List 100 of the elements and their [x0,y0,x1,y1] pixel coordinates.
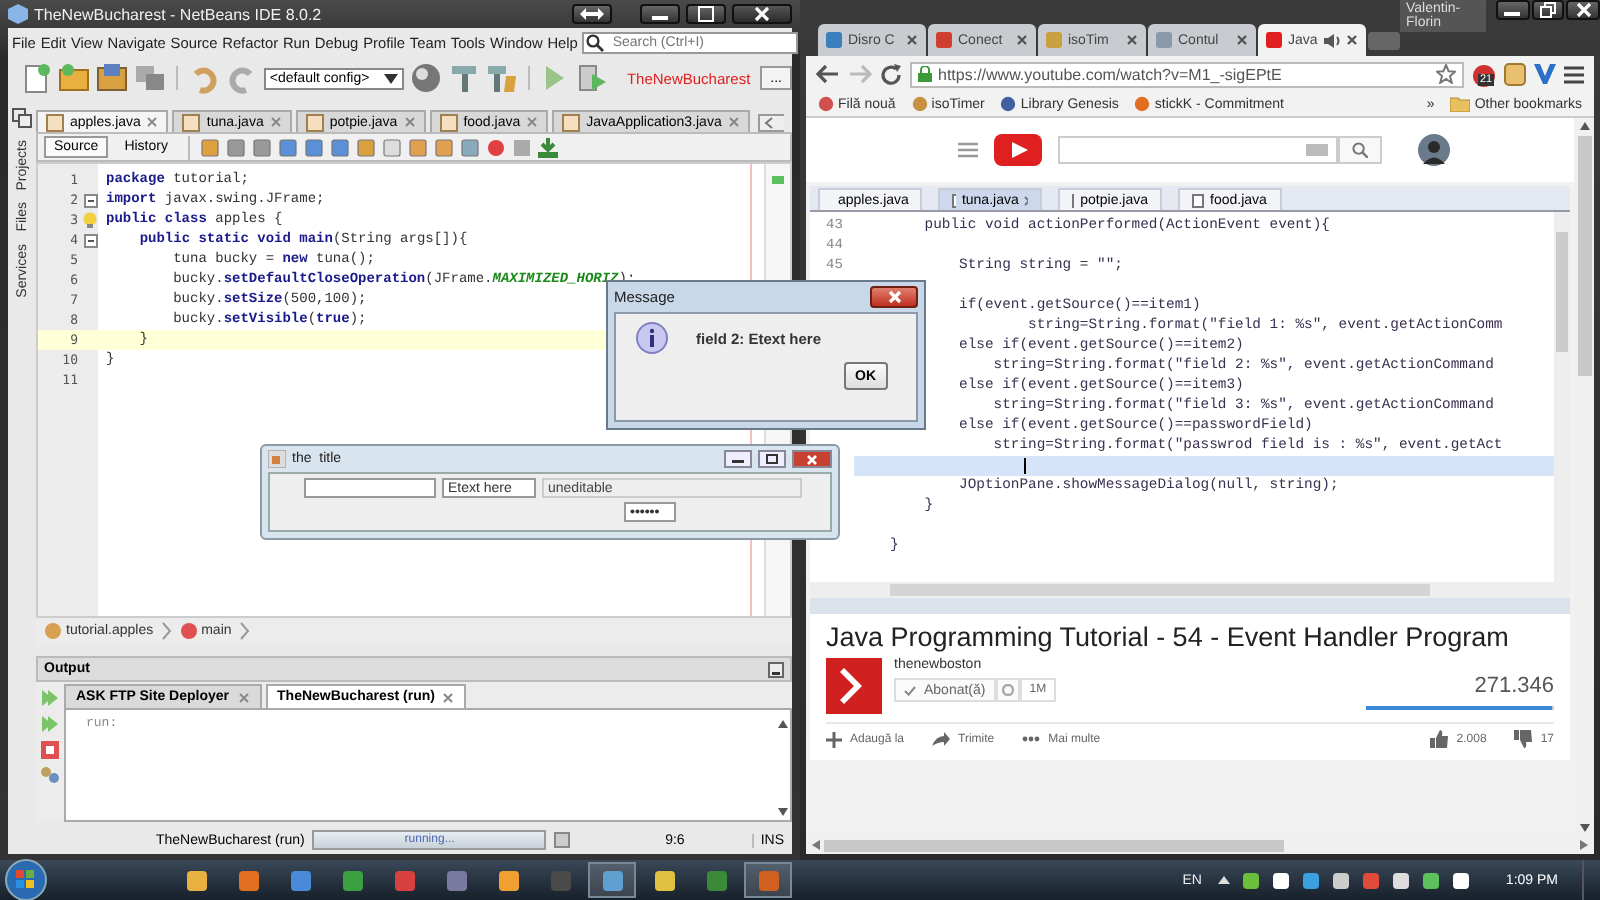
square-icon[interactable] [251,137,272,157]
hammer-icon[interactable] [447,62,480,94]
windows-icon[interactable] [12,108,32,128]
search-icon [1352,142,1368,158]
maximize-icon [766,454,778,464]
arrows-icon [580,8,604,20]
menu-icon[interactable] [1564,65,1584,83]
search-field[interactable] [1058,136,1338,164]
check-icon [904,685,916,695]
restore-icon [1539,2,1556,18]
java-file-icon [182,113,201,131]
square-icon[interactable] [407,137,428,157]
app-icon [237,869,259,891]
square-icon[interactable] [381,137,402,157]
square-icon[interactable] [433,137,454,157]
square-icon[interactable] [225,137,246,157]
search-button[interactable] [1338,136,1382,164]
debug-icon[interactable] [576,62,609,94]
stop-icon[interactable] [40,740,60,760]
view-count: 271.346 [1474,674,1554,698]
download-icon[interactable] [537,137,558,157]
scroll-down-icon[interactable] [1579,824,1589,832]
class-icon [44,622,62,640]
favicon-icon [1156,32,1172,48]
cancel-icon[interactable] [554,832,571,848]
minimize-icon[interactable] [768,661,784,677]
scroll-arrows-icon[interactable] [757,114,784,132]
star-icon[interactable] [1436,64,1456,84]
fold-icon[interactable] [83,233,97,247]
new-file-icon[interactable] [20,62,52,94]
square-icon[interactable] [199,137,220,157]
play-logo-icon[interactable] [994,134,1042,166]
app-icon [497,869,519,891]
scroll-down-icon[interactable] [777,808,787,816]
lightbulb-icon[interactable] [82,212,98,228]
java-file-icon [439,113,458,131]
minimize-button[interactable] [640,4,680,24]
fold-icon[interactable] [83,193,97,207]
channel-logo[interactable] [826,658,882,714]
folder-icon[interactable] [96,62,128,94]
maximize-button[interactable] [686,4,726,24]
windows-icon[interactable] [134,62,166,94]
lock-icon [918,66,932,82]
address-bar[interactable]: https://www.youtube.com/watch?v=M1_-sigEPtE [910,61,1464,87]
cube-icon [8,4,28,24]
square-icon[interactable] [459,137,480,157]
text-cursor [1024,458,1026,474]
app-icon [705,869,727,891]
avatar[interactable] [1418,134,1450,166]
maximize-button[interactable] [758,450,786,468]
folder-icon[interactable] [58,62,90,94]
app-icon [445,869,467,891]
favicon-icon [826,32,842,48]
scroll-left-icon[interactable] [812,840,820,850]
caret-icon[interactable] [1217,876,1230,884]
settings-button[interactable] [995,678,1020,702]
favicon-icon [1046,32,1062,48]
close-button[interactable] [732,4,792,24]
scroll-up-icon[interactable] [777,720,787,728]
window-title: TheNewBucharest - NetBeans IDE 8.0.2 [34,5,322,23]
minimize-button[interactable] [1495,0,1529,20]
breakpoint-icon[interactable] [485,137,506,157]
restore-button[interactable] [1531,0,1565,20]
scroll-up-icon[interactable] [1579,122,1589,130]
caret-icon [383,73,398,83]
scroll-right-icon[interactable] [1580,840,1588,850]
circle-icon [1134,96,1151,112]
square-icon[interactable] [355,137,376,157]
square-icon[interactable] [303,137,324,157]
back-icon[interactable] [816,64,840,84]
scrollbar-thumb[interactable] [1577,136,1591,376]
app-icon [341,869,363,891]
app-icon [393,869,415,891]
share-icon [932,732,951,746]
globe-icon[interactable] [409,62,442,94]
speaker-icon[interactable] [1324,33,1340,47]
java-file-icon [562,113,581,131]
reload-icon[interactable] [880,63,902,85]
app-icon [601,869,623,891]
info-icon [636,322,668,354]
people-icon[interactable] [40,766,60,786]
text-field[interactable] [304,478,436,498]
square-icon[interactable] [277,137,298,157]
close-button[interactable] [1566,0,1600,20]
v-icon[interactable] [1534,64,1556,84]
hammer-broom-icon[interactable] [485,62,518,94]
minimize-button[interactable] [724,450,752,468]
close-button[interactable] [870,286,918,308]
favicon-icon [1266,32,1282,48]
app-icon [653,869,675,891]
method-icon [179,622,198,640]
resize-button[interactable] [572,4,612,24]
scrollbar-thumb[interactable] [824,839,1284,851]
java-file-icon [46,113,64,131]
start-button[interactable] [4,858,48,900]
plus-icon [826,731,842,747]
thumbs-up-icon [1430,730,1449,748]
square-icon[interactable] [329,137,350,157]
stop-icon[interactable] [511,137,532,157]
chevron-icon [161,622,172,640]
